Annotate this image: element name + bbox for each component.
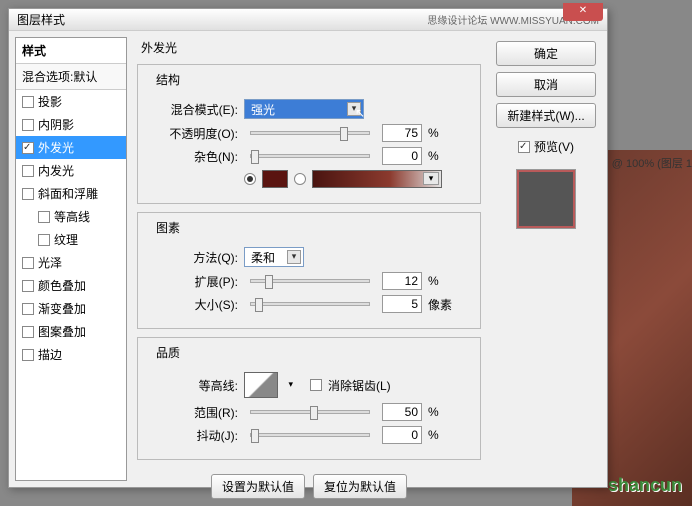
opacity-input[interactable] <box>382 124 422 142</box>
blend-mode-dropdown[interactable]: 强光 ↖ <box>244 99 364 119</box>
style-item[interactable]: 斜面和浮雕 <box>16 182 126 205</box>
watermark: shancun <box>608 475 682 496</box>
style-item-label: 等高线 <box>54 208 90 225</box>
style-item[interactable]: 内发光 <box>16 159 126 182</box>
elements-fieldset: 图素 方法(Q): 柔和 扩展(P): % 大小(S): <box>137 212 481 329</box>
style-item[interactable]: 投影 <box>16 90 126 113</box>
style-item[interactable]: 纹理 <box>16 228 126 251</box>
preview-thumbnail <box>516 169 576 229</box>
style-checkbox[interactable] <box>22 165 34 177</box>
jitter-label: 抖动(J): <box>148 427 238 444</box>
style-item-label: 内阴影 <box>38 116 74 133</box>
style-checkbox[interactable] <box>22 280 34 292</box>
style-item[interactable]: 外发光 <box>16 136 126 159</box>
elements-legend: 图素 <box>152 219 184 236</box>
style-item-label: 颜色叠加 <box>38 277 86 294</box>
blend-options-section[interactable]: 混合选项:默认 <box>16 64 126 90</box>
contour-label: 等高线: <box>148 377 238 394</box>
color-swatch[interactable] <box>262 170 288 188</box>
noise-input[interactable] <box>382 147 422 165</box>
style-checkbox[interactable] <box>22 349 34 361</box>
range-unit: % <box>428 405 458 419</box>
size-label: 大小(S): <box>148 296 238 313</box>
style-checkbox[interactable] <box>22 257 34 269</box>
spread-label: 扩展(P): <box>148 273 238 290</box>
antialias-label: 消除锯齿(L) <box>328 377 391 394</box>
set-default-button[interactable]: 设置为默认值 <box>211 474 305 499</box>
style-item-label: 纹理 <box>54 231 78 248</box>
preview-checkbox[interactable] <box>518 141 530 153</box>
style-checkbox[interactable] <box>22 142 34 154</box>
style-item-label: 描边 <box>38 346 62 363</box>
method-label: 方法(Q): <box>148 249 238 266</box>
size-input[interactable] <box>382 295 422 313</box>
size-slider[interactable] <box>250 302 370 306</box>
gradient-swatch[interactable] <box>312 170 442 188</box>
style-item[interactable]: 颜色叠加 <box>16 274 126 297</box>
reset-default-button[interactable]: 复位为默认值 <box>313 474 407 499</box>
style-checkbox[interactable] <box>22 96 34 108</box>
style-item-label: 外发光 <box>38 139 74 156</box>
style-item[interactable]: 内阴影 <box>16 113 126 136</box>
blend-mode-label: 混合模式(E): <box>148 101 238 118</box>
structure-fieldset: 结构 混合模式(E): 强光 ↖ 不透明度(O): % 杂色(N): <box>137 64 481 204</box>
style-item[interactable]: 光泽 <box>16 251 126 274</box>
style-item[interactable]: 渐变叠加 <box>16 297 126 320</box>
contour-picker[interactable] <box>244 372 278 398</box>
style-item[interactable]: 描边 <box>16 343 126 366</box>
style-checkbox[interactable] <box>38 211 50 223</box>
range-slider[interactable] <box>250 410 370 414</box>
style-item-label: 斜面和浮雕 <box>38 185 98 202</box>
style-checkbox[interactable] <box>22 326 34 338</box>
antialias-checkbox[interactable] <box>310 379 322 391</box>
action-panel: 确定 取消 新建样式(W)... 预览(V) <box>491 37 601 481</box>
titlebar: 图层样式 思缘设计论坛 WWW.MISSYUAN.COM <box>9 9 607 31</box>
settings-panel: 外发光 结构 混合模式(E): 强光 ↖ 不透明度(O): % <box>133 37 485 481</box>
range-input[interactable] <box>382 403 422 421</box>
style-item-label: 投影 <box>38 93 62 110</box>
style-checkbox[interactable] <box>22 119 34 131</box>
noise-label: 杂色(N): <box>148 148 238 165</box>
opacity-unit: % <box>428 126 458 140</box>
opacity-label: 不透明度(O): <box>148 125 238 142</box>
style-item[interactable]: 等高线 <box>16 205 126 228</box>
style-item-label: 内发光 <box>38 162 74 179</box>
quality-legend: 品质 <box>152 344 184 361</box>
style-item-label: 光泽 <box>38 254 62 271</box>
size-unit: 像素 <box>428 296 458 313</box>
opacity-slider[interactable] <box>250 131 370 135</box>
jitter-input[interactable] <box>382 426 422 444</box>
structure-legend: 结构 <box>152 71 184 88</box>
close-button[interactable]: ✕ <box>563 3 603 21</box>
style-checkbox[interactable] <box>22 188 34 200</box>
preview-label: 预览(V) <box>534 138 574 155</box>
color-radio[interactable] <box>244 173 256 185</box>
style-checkbox[interactable] <box>38 234 50 246</box>
ok-button[interactable]: 确定 <box>496 41 596 66</box>
jitter-unit: % <box>428 428 458 442</box>
styles-header[interactable]: 样式 <box>16 38 126 64</box>
layer-style-dialog: ✕ 图层样式 思缘设计论坛 WWW.MISSYUAN.COM 样式 混合选项:默… <box>8 8 608 488</box>
noise-slider[interactable] <box>250 154 370 158</box>
cancel-button[interactable]: 取消 <box>496 72 596 97</box>
styles-list-panel: 样式 混合选项:默认 投影内阴影外发光内发光斜面和浮雕等高线纹理光泽颜色叠加渐变… <box>15 37 127 481</box>
style-item[interactable]: 图案叠加 <box>16 320 126 343</box>
range-label: 范围(R): <box>148 404 238 421</box>
spread-unit: % <box>428 274 458 288</box>
spread-input[interactable] <box>382 272 422 290</box>
gradient-radio[interactable] <box>294 173 306 185</box>
style-item-label: 图案叠加 <box>38 323 86 340</box>
cursor-icon: ↖ <box>355 106 365 120</box>
new-style-button[interactable]: 新建样式(W)... <box>496 103 596 128</box>
style-item-label: 渐变叠加 <box>38 300 86 317</box>
chevron-down-icon <box>287 250 301 264</box>
panel-title: 外发光 <box>133 37 485 58</box>
dialog-title: 图层样式 <box>17 11 65 28</box>
style-checkbox[interactable] <box>22 303 34 315</box>
spread-slider[interactable] <box>250 279 370 283</box>
method-dropdown[interactable]: 柔和 <box>244 247 304 267</box>
quality-fieldset: 品质 等高线: 消除锯齿(L) 范围(R): % 抖动(J): <box>137 337 481 460</box>
jitter-slider[interactable] <box>250 433 370 437</box>
noise-unit: % <box>428 149 458 163</box>
